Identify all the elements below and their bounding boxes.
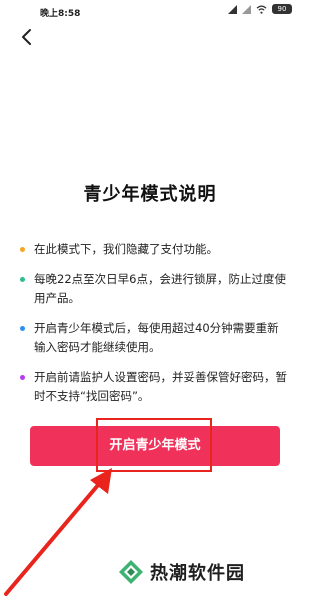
bullet-dot [20,326,25,331]
chevron-left-icon[interactable] [16,26,38,48]
enable-teen-mode-button[interactable]: 开启青少年模式 [30,426,280,466]
rules-list: 在此模式下，我们隐藏了支付功能。 每晚22点至次日早6点，会进行锁屏，防止过度使… [20,240,290,417]
list-item: 在此模式下，我们隐藏了支付功能。 [20,240,290,259]
signal-secondary-icon [242,4,251,14]
watermark: 热潮软件园 [118,556,245,588]
teen-mode-screen: 晚上8:58 90 青少年模式说明 在此模式下，我们隐藏了支付功能。 每晚22点… [0,0,300,600]
bullet-dot [20,277,25,282]
bullet-dot [20,375,25,380]
rule-text: 开启青少年模式后，每使用超过40分钟需要重新输入密码才能继续使用。 [34,321,279,354]
rule-text: 在此模式下，我们隐藏了支付功能。 [34,242,218,256]
watermark-text: 热潮软件园 [150,563,245,584]
status-bar: 晚上8:58 90 [0,0,300,22]
battery-icon: 90 [272,4,292,14]
bullet-dot [20,247,25,252]
watermark-logo-icon [119,560,143,584]
list-item: 开启前请监护人设置密码，并妥善保管好密码，暂时不支持“找回密码”。 [20,368,290,406]
signal-icon [228,4,237,14]
list-item: 每晚22点至次日早6点，会进行锁屏，防止过度使用产品。 [20,270,290,308]
rule-text: 每晚22点至次日早6点，会进行锁屏，防止过度使用产品。 [34,272,286,305]
annotation-arrow-icon [4,468,112,596]
page-title: 青少年模式说明 [83,184,217,205]
wifi-icon [256,4,267,14]
battery-level: 90 [277,5,287,13]
rule-text: 开启前请监护人设置密码，并妥善保管好密码，暂时不支持“找回密码”。 [34,370,287,403]
status-icons: 90 [228,4,292,14]
list-item: 开启青少年模式后，每使用超过40分钟需要重新输入密码才能继续使用。 [20,319,290,357]
status-time: 晚上8:58 [40,9,81,19]
